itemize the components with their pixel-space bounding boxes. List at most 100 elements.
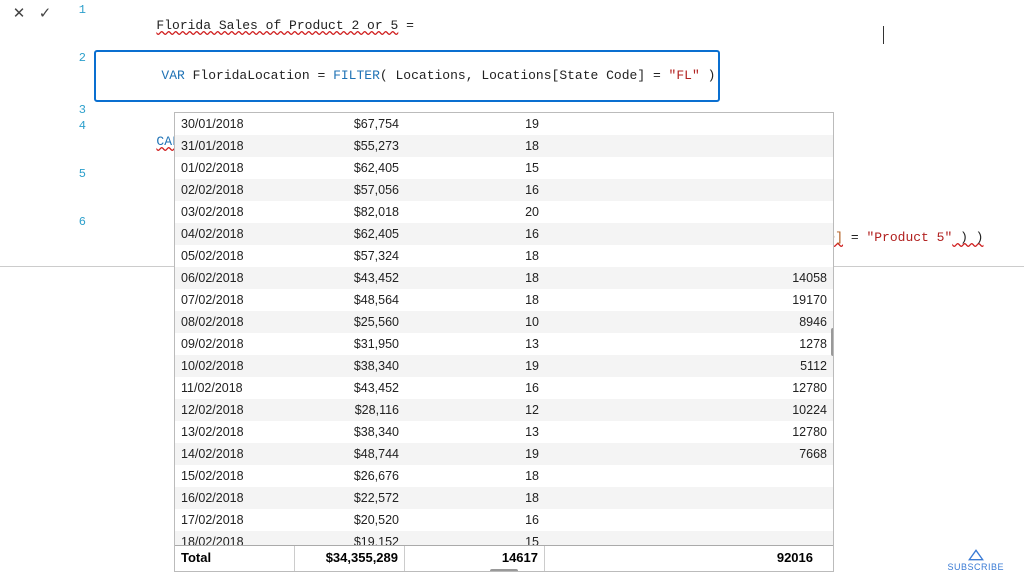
filter-func: FILTER	[333, 68, 380, 83]
cell-qty: 20	[405, 201, 545, 223]
cell-extra: 7668	[545, 443, 833, 465]
cell-extra	[545, 201, 833, 223]
cell-extra: 10224	[545, 399, 833, 421]
table-row[interactable]: 18/02/2018$19,15215	[175, 531, 833, 545]
var-keyword: VAR	[161, 68, 184, 83]
table-row[interactable]: 09/02/2018$31,950131278	[175, 333, 833, 355]
table-row[interactable]: 12/02/2018$28,1161210224	[175, 399, 833, 421]
table-row[interactable]: 04/02/2018$62,40516	[175, 223, 833, 245]
cell-sales: $62,405	[295, 157, 405, 179]
table-row[interactable]: 10/02/2018$38,340195112	[175, 355, 833, 377]
cell-qty: 13	[405, 421, 545, 443]
cell-qty: 19	[405, 113, 545, 135]
cell-qty: 18	[405, 135, 545, 157]
line-number: 3	[70, 102, 86, 118]
table-row[interactable]: 03/02/2018$82,01820	[175, 201, 833, 223]
cell-date: 05/02/2018	[175, 245, 295, 267]
table-row[interactable]: 15/02/2018$26,67618	[175, 465, 833, 487]
table-row[interactable]: 16/02/2018$22,57218	[175, 487, 833, 509]
subscribe-label: SUBSCRIBE	[947, 562, 1004, 572]
cell-sales: $26,676	[295, 465, 405, 487]
selected-line: VAR FloridaLocation = FILTER( Locations,…	[94, 50, 720, 102]
table-visual[interactable]: 30/01/2018$67,7541931/01/2018$55,2731801…	[174, 112, 834, 572]
cell-date: 18/02/2018	[175, 531, 295, 545]
cell-sales: $57,324	[295, 245, 405, 267]
line-number: 1	[70, 2, 86, 18]
total-sales: $34,355,289	[295, 546, 405, 571]
cell-sales: $43,452	[295, 267, 405, 289]
cell-date: 11/02/2018	[175, 377, 295, 399]
measure-name: Florida Sales of Product 2 or 5	[156, 18, 398, 33]
cell-date: 08/02/2018	[175, 311, 295, 333]
cell-extra	[545, 487, 833, 509]
table-row[interactable]: 17/02/2018$20,52016	[175, 509, 833, 531]
table-total-row: Total $34,355,289 14617 92016	[175, 545, 833, 571]
cell-extra: 12780	[545, 377, 833, 399]
text-cursor-icon	[883, 26, 884, 44]
cell-sales: $28,116	[295, 399, 405, 421]
table-scroll[interactable]: 30/01/2018$67,7541931/01/2018$55,2731801…	[175, 113, 833, 545]
line-number: 4	[70, 118, 86, 134]
total-qty: 14617	[405, 546, 545, 571]
table-row[interactable]: 31/01/2018$55,27318	[175, 135, 833, 157]
cell-extra: 8946	[545, 311, 833, 333]
cell-extra: 19170	[545, 289, 833, 311]
cell-date: 16/02/2018	[175, 487, 295, 509]
cell-extra: 1278	[545, 333, 833, 355]
commit-icon[interactable]: ✓	[36, 4, 54, 22]
cell-date: 02/02/2018	[175, 179, 295, 201]
table-row[interactable]: 07/02/2018$48,5641819170	[175, 289, 833, 311]
pin-icon	[968, 549, 984, 561]
cell-extra	[545, 223, 833, 245]
total-extra: 92016	[545, 546, 833, 571]
cell-date: 03/02/2018	[175, 201, 295, 223]
table-row[interactable]: 01/02/2018$62,40515	[175, 157, 833, 179]
subscribe-badge[interactable]: SUBSCRIBE	[947, 549, 1004, 572]
cell-qty: 18	[405, 245, 545, 267]
table-row[interactable]: 08/02/2018$25,560108946	[175, 311, 833, 333]
cell-sales: $57,056	[295, 179, 405, 201]
cell-sales: $20,520	[295, 509, 405, 531]
line-number: 5	[70, 166, 86, 182]
table-row[interactable]: 05/02/2018$57,32418	[175, 245, 833, 267]
cell-qty: 16	[405, 223, 545, 245]
cell-date: 07/02/2018	[175, 289, 295, 311]
cell-qty: 16	[405, 179, 545, 201]
cell-qty: 18	[405, 465, 545, 487]
table-row[interactable]: 06/02/2018$43,4521814058	[175, 267, 833, 289]
table-row[interactable]: 11/02/2018$43,4521612780	[175, 377, 833, 399]
total-label: Total	[175, 546, 295, 571]
cell-sales: $19,152	[295, 531, 405, 545]
cell-sales: $55,273	[295, 135, 405, 157]
table-row[interactable]: 14/02/2018$48,744197668	[175, 443, 833, 465]
cell-extra	[545, 157, 833, 179]
cell-qty: 12	[405, 399, 545, 421]
cell-date: 15/02/2018	[175, 465, 295, 487]
table-row[interactable]: 02/02/2018$57,05616	[175, 179, 833, 201]
cancel-icon[interactable]: ✕	[10, 4, 28, 22]
cell-qty: 10	[405, 311, 545, 333]
cell-qty: 18	[405, 487, 545, 509]
cell-sales: $82,018	[295, 201, 405, 223]
cell-sales: $38,340	[295, 355, 405, 377]
resize-handle-horizontal-icon[interactable]	[490, 569, 518, 572]
cell-extra	[545, 509, 833, 531]
cell-date: 31/01/2018	[175, 135, 295, 157]
cell-qty: 18	[405, 289, 545, 311]
line-number: 6	[70, 214, 86, 230]
line-number: 2	[70, 50, 86, 66]
cell-extra	[545, 179, 833, 201]
cell-date: 09/02/2018	[175, 333, 295, 355]
cell-sales: $48,744	[295, 443, 405, 465]
cell-qty: 19	[405, 443, 545, 465]
cell-date: 06/02/2018	[175, 267, 295, 289]
cell-extra: 14058	[545, 267, 833, 289]
cell-extra: 12780	[545, 421, 833, 443]
resize-handle-vertical-icon[interactable]	[831, 328, 834, 356]
table-row[interactable]: 30/01/2018$67,75419	[175, 113, 833, 135]
table-row[interactable]: 13/02/2018$38,3401312780	[175, 421, 833, 443]
cell-date: 17/02/2018	[175, 509, 295, 531]
cell-sales: $67,754	[295, 113, 405, 135]
cell-date: 30/01/2018	[175, 113, 295, 135]
cell-sales: $22,572	[295, 487, 405, 509]
